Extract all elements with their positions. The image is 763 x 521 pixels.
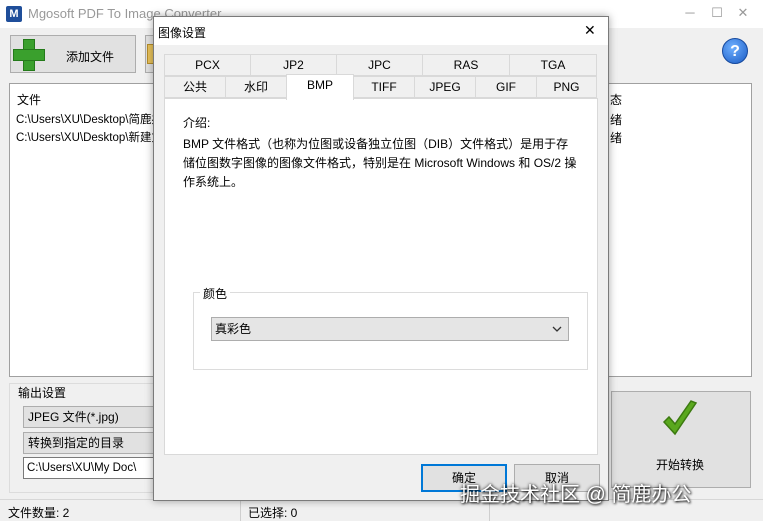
tab-ras[interactable]: RAS xyxy=(422,54,510,76)
add-files-button[interactable]: 添加文件 xyxy=(10,35,136,73)
column-header-status[interactable]: 态 xyxy=(610,91,622,108)
dialog-close-button[interactable]: ✕ xyxy=(584,22,596,39)
table-row-status: 绪 xyxy=(610,131,623,145)
color-group-label: 颜色 xyxy=(200,285,231,302)
watermark-text: 掘金技术社区 @ 简鹿办公 xyxy=(460,484,692,506)
output-settings-label: 输出设置 xyxy=(16,384,69,401)
file-count-status: 文件数量: 2 xyxy=(8,506,70,520)
output-format-select[interactable]: JPEG 文件(*.jpg) xyxy=(23,406,158,428)
dialog-titlebar: 图像设置 ✕ xyxy=(154,17,608,45)
plus-icon xyxy=(13,39,45,71)
table-row-path[interactable]: C:\Users\XU\Desktop\新建文 xyxy=(16,129,163,145)
tab-jp2[interactable]: JP2 xyxy=(250,54,337,76)
tab-watermark[interactable]: 水印 xyxy=(225,76,287,98)
image-settings-dialog: 图像设置 ✕ PCX JP2 JPC RAS TGA 公共 水印 BMP TIF… xyxy=(153,16,609,501)
checkmark-icon xyxy=(662,400,698,436)
tab-tga[interactable]: TGA xyxy=(509,54,597,76)
table-row-path[interactable]: C:\Users\XU\Desktop\简鹿办 xyxy=(16,111,163,127)
bmp-description: BMP 文件格式（也称为位图或设备独立位图（DIB）文件格式）是用于存储位图数字… xyxy=(183,137,577,189)
table-row-status: 绪 xyxy=(610,113,623,127)
tab-png[interactable]: PNG xyxy=(536,76,597,98)
start-convert-label: 开始转换 xyxy=(656,458,705,472)
column-header-file[interactable]: 文件 xyxy=(17,91,41,108)
tab-jpeg[interactable]: JPEG xyxy=(414,76,476,98)
color-group: 颜色 真彩色 xyxy=(193,285,588,370)
bmp-tab-panel: 介绍: BMP 文件格式（也称为位图或设备独立位图（DIB）文件格式）是用于存储… xyxy=(164,98,598,455)
tab-tiff[interactable]: TIFF xyxy=(353,76,415,98)
chevron-down-icon xyxy=(552,326,562,332)
tab-common[interactable]: 公共 xyxy=(164,76,226,98)
output-mode-select[interactable]: 转换到指定的目录 xyxy=(23,432,158,454)
app-logo-icon: M xyxy=(6,6,22,22)
tab-gif[interactable]: GIF xyxy=(475,76,537,98)
intro-label: 介绍: xyxy=(183,116,211,130)
add-files-label: 添加文件 xyxy=(66,50,115,64)
minimize-button[interactable]: ─ xyxy=(680,4,700,22)
help-icon[interactable]: ? xyxy=(722,38,748,64)
tab-bmp[interactable]: BMP xyxy=(286,74,354,100)
close-button[interactable]: ✕ xyxy=(733,4,753,22)
selected-count-status: 已选择: 0 xyxy=(248,506,298,520)
tab-pcx[interactable]: PCX xyxy=(164,54,251,76)
output-path-input[interactable]: C:\Users\XU\My Doc\ xyxy=(23,457,158,479)
dialog-title: 图像设置 xyxy=(158,26,207,40)
start-convert-button[interactable]: 开始转换 xyxy=(611,391,751,488)
tab-jpc[interactable]: JPC xyxy=(336,54,423,76)
status-divider xyxy=(240,500,241,521)
maximize-button[interactable]: ☐ xyxy=(707,4,727,22)
color-select-value: 真彩色 xyxy=(215,322,252,336)
color-select[interactable]: 真彩色 xyxy=(211,317,569,341)
